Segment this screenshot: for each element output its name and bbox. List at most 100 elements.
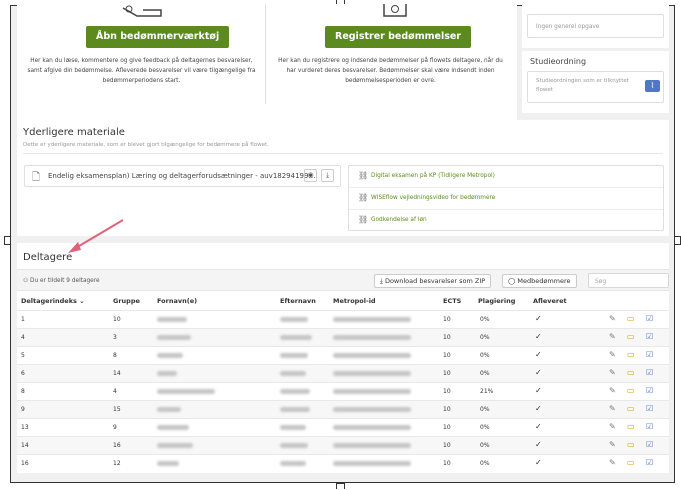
comment-icon[interactable]: ▭: [627, 314, 635, 323]
table-row[interactable]: 1 10 10 0% ✓ ✎ ▭ ☑: [17, 310, 669, 328]
checkbox-icon[interactable]: ☑: [646, 368, 653, 377]
comment-icon[interactable]: ▭: [627, 386, 635, 395]
participant-index: 16: [21, 460, 29, 467]
chat-icon: ◯: [508, 277, 516, 285]
study-regulation-box: Studieordningen som er tilknyttet flowet…: [527, 71, 664, 103]
table-row[interactable]: 13 9 10 0% ✓ ✎ ▭ ☑: [17, 418, 669, 436]
paperclip-icon[interactable]: ✎: [609, 332, 616, 341]
download-icon[interactable]: ⤓: [321, 169, 334, 182]
paperclip-icon[interactable]: ⌇: [645, 80, 660, 92]
material-link-text[interactable]: WISEflow vejledningsvideo for bedømmere: [371, 195, 495, 201]
paperclip-icon[interactable]: ✎: [609, 368, 616, 377]
participant-group: 10: [113, 316, 121, 323]
participant-group: 12: [113, 460, 121, 467]
submitted-check-icon: ✓: [535, 458, 542, 467]
comment-icon[interactable]: ▭: [627, 332, 635, 341]
redacted-lastname: [280, 443, 308, 448]
general-assignment-field: Ingen generel opgave: [527, 14, 664, 38]
table-row[interactable]: 6 14 10 0% ✓ ✎ ▭ ☑: [17, 364, 669, 382]
column-header-metropol-id[interactable]: Metropol-id: [333, 297, 376, 305]
participant-plagiarism[interactable]: 0%: [480, 352, 490, 359]
redacted-firstname: [157, 353, 183, 358]
participant-ects: 10: [443, 388, 451, 395]
participants-toolbar: ⚇ Du er tildelt 9 deltagere ⤓ Download b…: [17, 269, 669, 291]
material-file-item[interactable]: 🗋 Endelig eksamensplan) Læring og deltag…: [24, 165, 341, 187]
additional-material-subtitle: Dette er yderligere materiale, som er bl…: [23, 142, 269, 148]
material-links-list: ⛓ Digital eksamen på KP (Tidligere Metro…: [348, 165, 664, 231]
paperclip-icon[interactable]: ✎: [609, 440, 616, 449]
comment-icon[interactable]: ▭: [627, 422, 635, 431]
paperclip-icon[interactable]: ✎: [609, 458, 616, 467]
redacted-metropol-id: [333, 425, 411, 430]
column-header-group[interactable]: Gruppe: [113, 297, 140, 305]
material-link-item[interactable]: ⛓ Digital eksamen på KP (Tidligere Metro…: [349, 166, 663, 188]
participant-ects: 10: [443, 424, 451, 431]
redacted-metropol-id: [333, 389, 411, 394]
submitted-check-icon: ✓: [535, 386, 542, 395]
participant-index: 5: [21, 352, 25, 359]
checkbox-icon[interactable]: ☑: [646, 314, 653, 323]
co-assessors-button[interactable]: ◯ Medbedømmere: [502, 274, 577, 288]
comment-icon[interactable]: ▭: [627, 458, 635, 467]
table-row[interactable]: 16 12 10 0% ✓ ✎ ▭ ☑: [17, 454, 669, 472]
participant-plagiarism[interactable]: 0%: [480, 424, 490, 431]
material-link-item[interactable]: ⛓ Godkendelse af løn: [349, 210, 663, 232]
paperclip-icon[interactable]: ✎: [609, 422, 616, 431]
table-row[interactable]: 14 16 10 0% ✓ ✎ ▭ ☑: [17, 436, 669, 454]
checkbox-icon[interactable]: ☑: [646, 350, 653, 359]
participant-ects: 10: [443, 370, 451, 377]
search-input[interactable]: Søg: [588, 273, 669, 288]
download-zip-button[interactable]: ⤓ Download besvarelser som ZIP: [374, 274, 492, 288]
participant-index: 8: [21, 388, 25, 395]
table-row[interactable]: 9 15 10 0% ✓ ✎ ▭ ☑: [17, 400, 669, 418]
paperclip-icon[interactable]: ✎: [609, 404, 616, 413]
link-icon: ⛓: [358, 171, 369, 180]
participant-plagiarism[interactable]: 0%: [480, 370, 490, 377]
material-link-item[interactable]: ⛓ WISEflow vejledningsvideo for bedømmer…: [349, 188, 663, 210]
material-link-text[interactable]: Digital eksamen på KP (Tidligere Metropo…: [371, 173, 495, 179]
redacted-firstname: [157, 317, 187, 322]
participant-plagiarism[interactable]: 0%: [480, 334, 490, 341]
material-link-text[interactable]: Godkendelse af løn: [371, 217, 427, 223]
comment-icon[interactable]: ▭: [627, 368, 635, 377]
table-row[interactable]: 8 4 10 21% ✓ ✎ ▭ ☑: [17, 382, 669, 400]
column-header-ects[interactable]: ECTS: [443, 297, 461, 305]
participant-group: 15: [113, 406, 121, 413]
open-assessor-tool-button[interactable]: Åbn bedømmerværktøj: [86, 26, 230, 48]
paperclip-icon[interactable]: ✎: [609, 314, 616, 323]
checkbox-icon[interactable]: ☑: [646, 332, 653, 341]
checkbox-icon[interactable]: ☑: [646, 440, 653, 449]
assessment-actions-card: Åbn bedømmerværktøj Her kan du læse, kom…: [17, 4, 517, 121]
column-header-lastname[interactable]: Efternavn: [280, 297, 316, 305]
comment-icon[interactable]: ▭: [627, 440, 635, 449]
submitted-check-icon: ✓: [535, 314, 542, 323]
column-header-index[interactable]: Deltagerindeks ⌄: [21, 297, 85, 305]
eye-icon[interactable]: ◉: [304, 169, 317, 182]
participant-plagiarism[interactable]: 0%: [480, 442, 490, 449]
participants-title: Deltagere: [23, 252, 73, 263]
table-header: Deltagerindeks ⌄ Gruppe Fornavn(e) Efter…: [17, 294, 669, 308]
checkbox-icon[interactable]: ☑: [646, 422, 653, 431]
checkbox-icon[interactable]: ☑: [646, 386, 653, 395]
column-header-submitted[interactable]: Afleveret: [533, 297, 567, 305]
participant-plagiarism[interactable]: 0%: [480, 460, 490, 467]
comment-icon[interactable]: ▭: [627, 350, 635, 359]
column-header-firstname[interactable]: Fornavn(e): [157, 297, 197, 305]
comment-icon[interactable]: ▭: [627, 404, 635, 413]
table-row[interactable]: 4 3 10 0% ✓ ✎ ▭ ☑: [17, 328, 669, 346]
download-icon: ⤓: [380, 277, 383, 285]
participant-plagiarism[interactable]: 0%: [480, 316, 490, 323]
participant-group: 14: [113, 370, 121, 377]
paperclip-icon[interactable]: ✎: [609, 350, 616, 359]
checkbox-icon[interactable]: ☑: [646, 458, 653, 467]
participant-plagiarism[interactable]: 21%: [480, 388, 493, 395]
column-header-plagiarism[interactable]: Plagiering: [478, 297, 515, 305]
paperclip-icon[interactable]: ✎: [609, 386, 616, 395]
submitted-check-icon: ✓: [535, 332, 542, 341]
table-row[interactable]: 5 8 10 0% ✓ ✎ ▭ ☑: [17, 346, 669, 364]
register-assessments-button[interactable]: Registrer bedømmelser: [325, 26, 471, 48]
participant-plagiarism[interactable]: 0%: [480, 406, 490, 413]
camera-illustration-icon: [383, 4, 407, 17]
submitted-check-icon: ✓: [535, 422, 542, 431]
checkbox-icon[interactable]: ☑: [646, 404, 653, 413]
